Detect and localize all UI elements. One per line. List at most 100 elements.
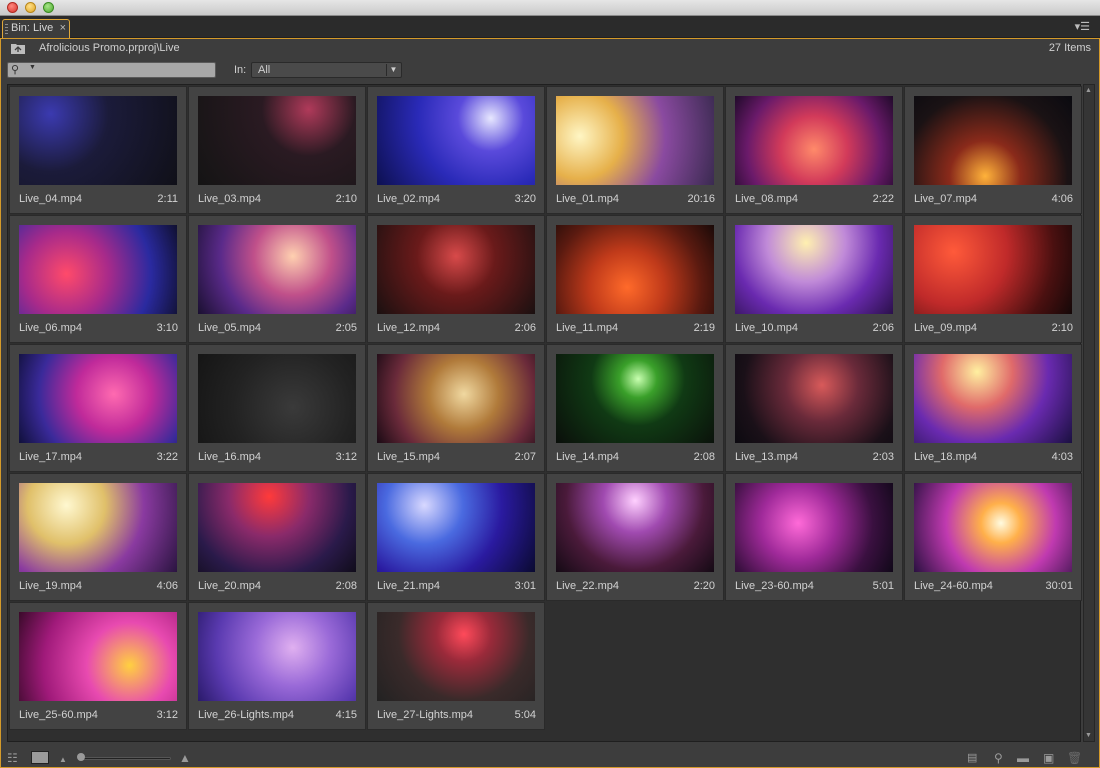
vertical-scrollbar[interactable]: ▲ ▼ [1083, 84, 1095, 742]
search-input[interactable]: ⚲ ▼ [7, 62, 216, 78]
clip-name: Live_09.mp4 [914, 322, 977, 334]
bottom-toolbar: ☷ ▲ ▲ ▤ ⚲ ▬ ▣ 🗑 [1, 749, 1099, 767]
clip-tile[interactable]: Live_22.mp4 2:20 [546, 473, 724, 601]
clip-thumbnail[interactable] [914, 483, 1072, 572]
items-count: 27 Items [1048, 42, 1091, 54]
clip-name: Live_15.mp4 [377, 451, 440, 463]
clip-tile[interactable]: Live_19.mp4 4:06 [9, 473, 187, 601]
clip-tile[interactable]: Live_20.mp4 2:08 [188, 473, 366, 601]
clip-tile[interactable]: Live_01.mp4 20:16 [546, 86, 724, 214]
clip-tile[interactable]: Live_05.mp4 2:05 [188, 215, 366, 343]
clip-name: Live_08.mp4 [735, 193, 798, 205]
clip-name: Live_19.mp4 [19, 580, 82, 592]
clip-tile[interactable]: Live_10.mp4 2:06 [725, 215, 903, 343]
clip-tile[interactable]: Live_25-60.mp4 3:12 [9, 602, 187, 730]
clip-thumbnail[interactable] [377, 483, 535, 572]
clip-tile[interactable]: Live_03.mp4 2:10 [188, 86, 366, 214]
close-window-button[interactable] [7, 2, 18, 13]
window-titlebar [0, 0, 1100, 16]
clip-thumbnail[interactable] [198, 354, 356, 443]
clip-tile[interactable]: Live_08.mp4 2:22 [725, 86, 903, 214]
clip-tile[interactable]: Live_09.mp4 2:10 [904, 215, 1082, 343]
clip-thumbnail[interactable] [198, 225, 356, 314]
clip-tile[interactable]: Live_21.mp4 3:01 [367, 473, 545, 601]
clip-name: Live_17.mp4 [19, 451, 82, 463]
filter-label: In: [234, 64, 247, 76]
search-icon[interactable]: ⚲ [11, 63, 19, 76]
clip-tile[interactable]: Live_26-Lights.mp4 4:15 [188, 602, 366, 730]
clip-duration: 2:20 [693, 580, 715, 592]
chevron-down-icon[interactable]: ▼ [386, 64, 400, 76]
clip-thumbnail[interactable] [19, 96, 177, 185]
clip-thumbnail[interactable] [735, 96, 893, 185]
clip-thumbnail[interactable] [556, 96, 714, 185]
list-view-icon[interactable]: ☷ [7, 752, 18, 764]
clip-tile[interactable]: Live_24-60.mp4 30:01 [904, 473, 1082, 601]
clip-duration: 2:11 [157, 193, 178, 205]
clip-duration: 5:01 [872, 580, 894, 592]
new-item-icon[interactable]: ▣ [1043, 752, 1054, 764]
clip-thumbnail[interactable] [198, 96, 356, 185]
clip-tile[interactable]: Live_17.mp4 3:22 [9, 344, 187, 472]
clip-tile[interactable]: Live_27-Lights.mp4 5:04 [367, 602, 545, 730]
panel-menu-icon[interactable]: ▾☰ [1075, 20, 1090, 33]
icon-view-icon[interactable] [31, 751, 49, 764]
clip-thumbnail[interactable] [19, 354, 177, 443]
tab-grip-icon[interactable] [5, 24, 8, 34]
filter-select[interactable]: All ▼ [251, 62, 402, 78]
zoom-out-icon[interactable]: ▲ [59, 754, 67, 766]
zoom-slider-track[interactable] [79, 757, 171, 760]
clip-thumbnail[interactable] [377, 96, 535, 185]
clip-thumbnail[interactable] [19, 483, 177, 572]
clip-tile[interactable]: Live_16.mp4 3:12 [188, 344, 366, 472]
clip-thumbnail[interactable] [914, 96, 1072, 185]
clip-thumbnail[interactable] [556, 354, 714, 443]
minimize-window-button[interactable] [25, 2, 36, 13]
clip-thumbnail[interactable] [556, 225, 714, 314]
clip-tile[interactable]: Live_11.mp4 2:19 [546, 215, 724, 343]
clip-tile[interactable]: Live_15.mp4 2:07 [367, 344, 545, 472]
clip-tile[interactable]: Live_13.mp4 2:03 [725, 344, 903, 472]
clip-duration: 3:20 [514, 193, 536, 205]
clip-tile[interactable]: Live_23-60.mp4 5:01 [725, 473, 903, 601]
clip-thumbnail[interactable] [735, 225, 893, 314]
scroll-up-icon[interactable]: ▲ [1085, 87, 1092, 94]
clip-thumbnail[interactable] [377, 612, 535, 701]
clip-thumbnail[interactable] [198, 612, 356, 701]
clip-tile[interactable]: Live_07.mp4 4:06 [904, 86, 1082, 214]
clip-tile[interactable]: Live_04.mp4 2:11 [9, 86, 187, 214]
clip-name: Live_23-60.mp4 [735, 580, 814, 592]
clip-thumbnail[interactable] [735, 354, 893, 443]
automate-to-sequence-icon[interactable]: ▤ [967, 752, 977, 764]
clip-thumbnail[interactable] [19, 612, 177, 701]
clip-tile[interactable]: Live_18.mp4 4:03 [904, 344, 1082, 472]
clip-name: Live_06.mp4 [19, 322, 82, 334]
clip-duration: 20:16 [687, 193, 715, 205]
zoom-in-icon[interactable]: ▲ [179, 752, 191, 764]
clip-thumbnail[interactable] [914, 225, 1072, 314]
clip-thumbnail[interactable] [377, 354, 535, 443]
clip-thumbnail[interactable] [556, 483, 714, 572]
tab-bin-live[interactable]: Bin: Live × [2, 19, 70, 38]
bin-up-icon[interactable] [11, 42, 25, 54]
clip-tile[interactable]: Live_14.mp4 2:08 [546, 344, 724, 472]
zoom-slider-handle[interactable] [77, 753, 85, 761]
tab-close-icon[interactable]: × [60, 20, 66, 37]
clip-tile[interactable]: Live_06.mp4 3:10 [9, 215, 187, 343]
clip-name: Live_02.mp4 [377, 193, 440, 205]
clip-tile[interactable]: Live_02.mp4 3:20 [367, 86, 545, 214]
clip-thumbnail[interactable] [198, 483, 356, 572]
clip-tile[interactable]: Live_12.mp4 2:06 [367, 215, 545, 343]
clip-thumbnail[interactable] [19, 225, 177, 314]
clip-name: Live_05.mp4 [198, 322, 261, 334]
trash-icon[interactable]: 🗑 [1067, 752, 1082, 764]
clip-thumbnail[interactable] [914, 354, 1072, 443]
zoom-window-button[interactable] [43, 2, 54, 13]
clip-thumbnail[interactable] [377, 225, 535, 314]
search-dropdown-icon[interactable]: ▼ [29, 64, 36, 71]
clip-duration: 5:04 [514, 709, 536, 721]
scroll-down-icon[interactable]: ▼ [1085, 732, 1092, 739]
new-bin-icon[interactable]: ▬ [1017, 752, 1029, 764]
find-icon[interactable]: ⚲ [994, 752, 1003, 764]
clip-thumbnail[interactable] [735, 483, 893, 572]
